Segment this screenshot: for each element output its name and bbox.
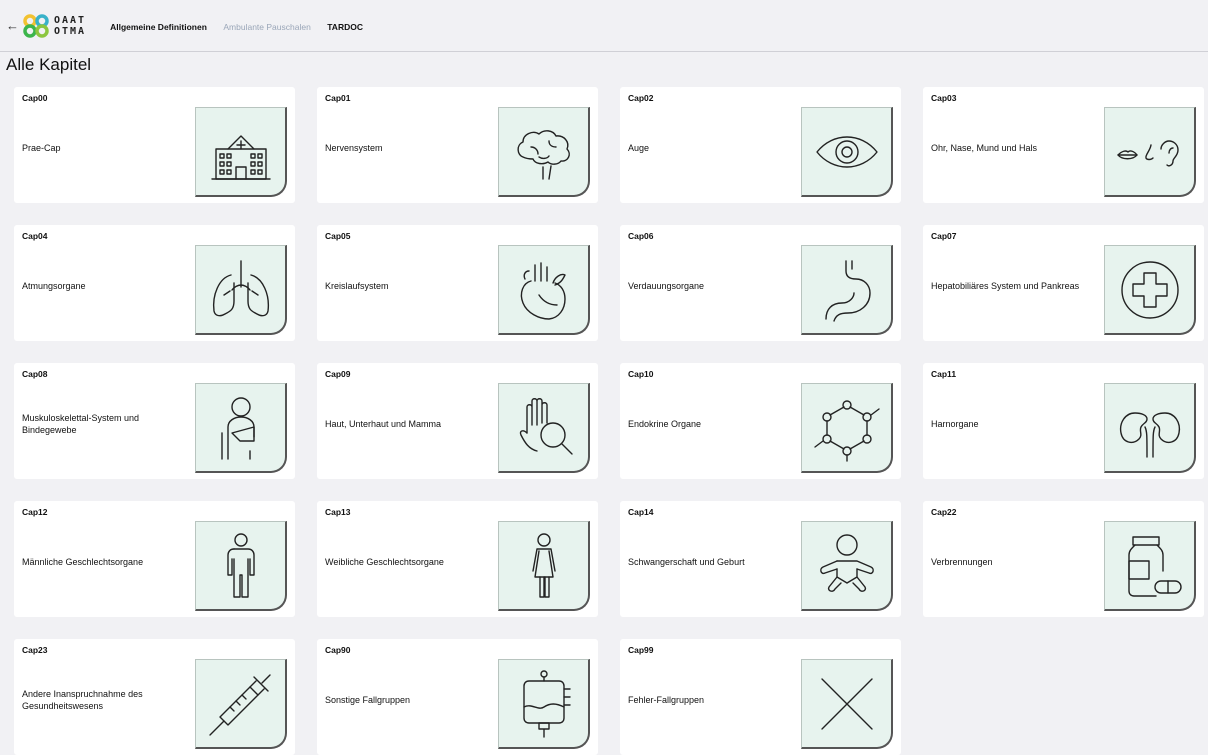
kidneys-icon <box>1104 383 1196 473</box>
chapter-label: Hepatobiliäres System und Pankreas <box>931 281 1080 291</box>
chapter-label: Schwangerschaft und Geburt <box>628 557 745 567</box>
chapter-card[interactable]: Cap04 Atmungsorgane <box>14 225 295 341</box>
hand-magnifier-icon <box>498 383 590 473</box>
chapter-label: Sonstige Fallgruppen <box>325 695 411 705</box>
chapter-code: Cap22 <box>931 507 957 517</box>
chapter-label: Nervensystem <box>325 143 383 153</box>
chapter-card[interactable]: Cap01 Nervensystem <box>317 87 598 203</box>
female-figure-icon <box>498 521 590 611</box>
chapter-code: Cap05 <box>325 231 351 241</box>
chapter-label: Kreislaufsystem <box>325 281 389 291</box>
chapter-card[interactable]: Cap00 Prae-Cap <box>14 87 295 203</box>
top-bar: ← OAAT OTMA Allgemeine Definitionen Ambu… <box>0 0 1208 52</box>
main-nav: Allgemeine Definitionen Ambulante Pausch… <box>110 17 375 35</box>
chapter-code: Cap10 <box>628 369 654 379</box>
chapter-code: Cap14 <box>628 507 654 517</box>
page-title: Alle Kapitel <box>6 55 92 74</box>
chapter-card[interactable]: Cap14 Schwangerschaft und Geburt <box>620 501 901 617</box>
chapter-code: Cap04 <box>22 231 48 241</box>
chapter-label: Weibliche Geschlechtsorgane <box>325 557 444 567</box>
chapter-code: Cap01 <box>325 93 351 103</box>
chapter-code: Cap12 <box>22 507 48 517</box>
mouth-nose-ear-icon <box>1104 107 1196 197</box>
male-figure-icon <box>195 521 287 611</box>
chapter-code: Cap06 <box>628 231 654 241</box>
chapter-label: Fehler-Fallgruppen <box>628 695 705 705</box>
chapter-label: Harnorgane <box>931 419 979 429</box>
chapter-card[interactable]: Cap08 Muskuloskelettal-System und Bindeg… <box>14 363 295 479</box>
nav-allgemeine-definitionen[interactable]: Allgemeine Definitionen <box>110 22 207 32</box>
chapter-card[interactable]: Cap10 Endokrine Organe <box>620 363 901 479</box>
stomach-icon <box>801 245 893 335</box>
syringe-icon <box>195 659 287 749</box>
molecule-icon <box>801 383 893 473</box>
chapter-label: Ohr, Nase, Mund und Hals <box>931 143 1038 153</box>
chapter-code: Cap00 <box>22 93 48 103</box>
chapter-label: Endokrine Organe <box>628 419 702 429</box>
logo-knot-icon <box>23 13 49 38</box>
chapter-card[interactable]: Cap99 Fehler-Fallgruppen <box>620 639 901 755</box>
chapter-card[interactable]: Cap23 Andere Inanspruchnahme des Gesundh… <box>14 639 295 755</box>
brain-icon <box>498 107 590 197</box>
chapter-code: Cap13 <box>325 507 351 517</box>
chapter-code: Cap03 <box>931 93 957 103</box>
chapter-card[interactable]: Cap07 Hepatobiliäres System und Pankreas <box>923 225 1204 341</box>
x-icon <box>801 659 893 749</box>
chapter-label: Verdauungsorgane <box>628 281 705 291</box>
chapter-label: Atmungsorgane <box>22 281 86 291</box>
chapter-code: Cap99 <box>628 645 654 655</box>
baby-icon <box>801 521 893 611</box>
chapter-label: Haut, Unterhaut und Mamma <box>325 419 442 429</box>
chapter-card[interactable]: Cap03 Ohr, Nase, Mund und Hals <box>923 87 1204 203</box>
chapter-code: Cap90 <box>325 645 351 655</box>
chapter-code: Cap09 <box>325 369 351 379</box>
medical-cross-icon <box>1104 245 1196 335</box>
chapter-code: Cap02 <box>628 93 654 103</box>
back-arrow-icon[interactable]: ← <box>6 18 22 33</box>
eye-icon <box>801 107 893 197</box>
iv-bag-icon <box>498 659 590 749</box>
chapter-code: Cap07 <box>931 231 957 241</box>
chapter-card[interactable]: Cap05 Kreislaufsystem <box>317 225 598 341</box>
chapter-card[interactable]: Cap22 Verbrennungen <box>923 501 1204 617</box>
arm-sling-icon <box>195 383 287 473</box>
nav-tardoc[interactable]: TARDOC <box>327 22 363 32</box>
heart-icon <box>498 245 590 335</box>
chapter-card[interactable]: Cap90 Sonstige Fallgruppen <box>317 639 598 755</box>
logo-line-1: OAAT <box>54 14 87 26</box>
chapter-code: Cap23 <box>22 645 48 655</box>
logo[interactable]: OAAT OTMA <box>22 13 86 38</box>
nav-ambulante-pauschalen[interactable]: Ambulante Pauschalen <box>223 22 310 32</box>
hospital-icon <box>195 107 287 197</box>
chapter-label: Prae-Cap <box>22 143 61 153</box>
chapter-code: Cap11 <box>931 369 957 379</box>
chapter-label: Muskuloskelettal-System und Bindegewebe <box>22 413 140 435</box>
medicine-bottle-icon <box>1104 521 1196 611</box>
chapter-label: Andere Inanspruchnahme des Gesundheitswe… <box>22 689 143 711</box>
chapter-card[interactable]: Cap12 Männliche Geschlechtsorgane <box>14 501 295 617</box>
lungs-icon <box>195 245 287 335</box>
chapter-card[interactable]: Cap09 Haut, Unterhaut und Mamma <box>317 363 598 479</box>
chapter-card[interactable]: Cap13 Weibliche Geschlechtsorgane <box>317 501 598 617</box>
chapter-label: Auge <box>628 143 650 153</box>
chapter-card[interactable]: Cap06 Verdauungsorgane <box>620 225 901 341</box>
logo-line-2: OTMA <box>54 25 87 37</box>
chapter-code: Cap08 <box>22 369 48 379</box>
chapter-label: Männliche Geschlechtsorgane <box>22 557 144 567</box>
logo-text: OAAT OTMA <box>54 15 86 37</box>
chapter-grid: Cap00 Prae-Cap Cap01 Nervensystem Cap02 … <box>14 87 1204 755</box>
chapter-card[interactable]: Cap02 Auge <box>620 87 901 203</box>
chapter-label: Verbrennungen <box>931 557 993 567</box>
chapter-card[interactable]: Cap11 Harnorgane <box>923 363 1204 479</box>
